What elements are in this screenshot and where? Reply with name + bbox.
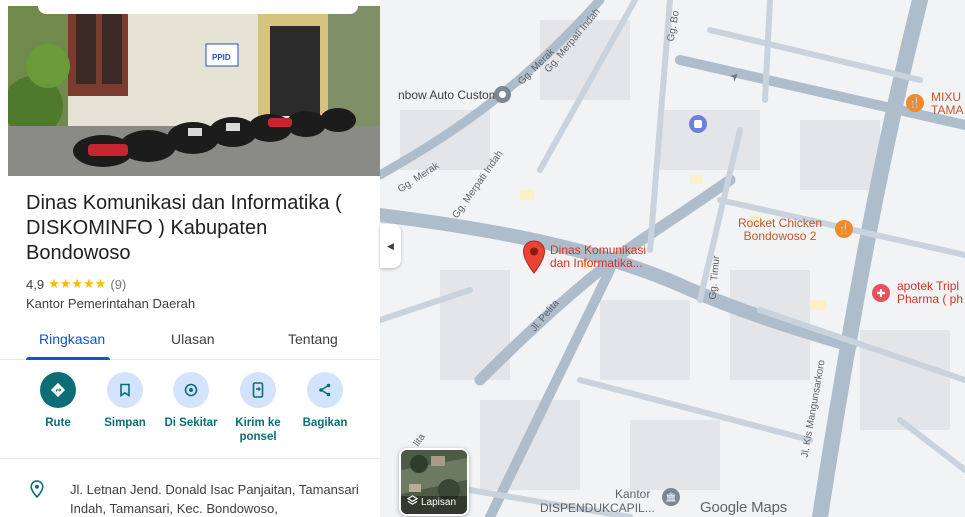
share-label: Bagikan [302, 417, 348, 429]
map-canvas[interactable]: Gg. Merak Gg. Merpati Indah Gg. Merak Gg… [380, 0, 965, 517]
send-to-phone-label: Kirim ke ponsel [235, 417, 281, 443]
bookmark-icon [107, 372, 143, 408]
poi-label-rocket-chicken[interactable]: Rocket Chicken Bondowoso 2 [738, 217, 822, 243]
action-buttons: Rute Simpan Di Sekitar Kirim ke ponsel B… [0, 372, 380, 454]
tab-ringkasan[interactable]: Ringkasan [39, 331, 105, 347]
nearby-button[interactable]: Di Sekitar [161, 372, 221, 430]
nearby-icon [173, 372, 209, 408]
review-count[interactable]: (9) [110, 277, 126, 292]
poi-label-kantor[interactable]: Kantor [615, 487, 650, 501]
collapse-panel-button[interactable]: ◀ [380, 224, 401, 268]
save-button[interactable]: Simpan [95, 372, 155, 430]
poi-label-dispendukcapil[interactable]: DISPENDUKCAPIL... [540, 501, 655, 515]
place-tabs: Ringkasan Ulasan Tentang [0, 318, 380, 360]
tab-tentang[interactable]: Tentang [288, 331, 338, 347]
layers-button[interactable]: Lapisan [399, 448, 469, 516]
map-roads [380, 0, 965, 517]
directions-icon [40, 372, 76, 408]
place-title: Dinas Komunikasi dan Informatika ( DISKO… [26, 192, 342, 264]
nearby-label: Di Sekitar [164, 417, 218, 429]
save-label: Simpan [104, 417, 146, 429]
section-divider [0, 458, 380, 459]
directions-label: Rute [45, 417, 71, 429]
ppid-sign: PPID [212, 53, 231, 62]
google-maps-logo: Google Maps [700, 499, 788, 516]
selected-place-pin-icon[interactable] [522, 240, 546, 279]
send-to-phone-icon [240, 372, 276, 408]
poi-label-mixu[interactable]: MIXU TAMA [931, 91, 963, 117]
place-category[interactable]: Kantor Pemerintahan Daerah [26, 296, 195, 311]
address-text[interactable]: Jl. Letnan Jend. Donald Isac Panjaitan, … [70, 480, 370, 517]
pharmacy-icon[interactable]: ✚ [872, 284, 890, 302]
layers-icon [406, 495, 419, 509]
location-pin-icon [30, 480, 44, 503]
send-to-phone-button[interactable]: Kirim ke ponsel [228, 372, 288, 444]
rating-value: 4,9 [26, 276, 45, 292]
government-building-icon[interactable]: 🏛 [662, 488, 680, 506]
restaurant-icon[interactable]: 🍴 [835, 220, 853, 238]
selected-place-label[interactable]: Dinas Komunikasi dan Informatika... [550, 244, 646, 270]
poi-label-auto-custom[interactable]: nbow Auto Custom [398, 88, 499, 102]
poi-label-apotek[interactable]: apotek Tripl Pharma ( ph [897, 280, 963, 306]
auto-custom-poi-icon[interactable] [494, 86, 511, 103]
tab-ulasan[interactable]: Ulasan [171, 331, 215, 347]
rating-row[interactable]: 4,9 ★★★★★ (9) [26, 276, 126, 292]
photo-top-overlay [38, 6, 358, 14]
place-photo[interactable]: PPID [8, 6, 380, 176]
rating-stars: ★★★★★ [48, 276, 107, 291]
share-button[interactable]: Bagikan [295, 372, 355, 430]
layers-label: Lapisan [421, 496, 457, 508]
active-tab-indicator [26, 357, 110, 360]
directions-button[interactable]: Rute [28, 372, 88, 430]
place-panel: PPID Dinas Komunikasi dan Informatika (… [0, 0, 380, 517]
share-icon [307, 372, 343, 408]
restaurant-icon-mixu[interactable]: 🍴 [906, 94, 924, 112]
chevron-left-icon: ◀ [387, 240, 394, 251]
bus-stop-icon[interactable] [689, 115, 707, 133]
